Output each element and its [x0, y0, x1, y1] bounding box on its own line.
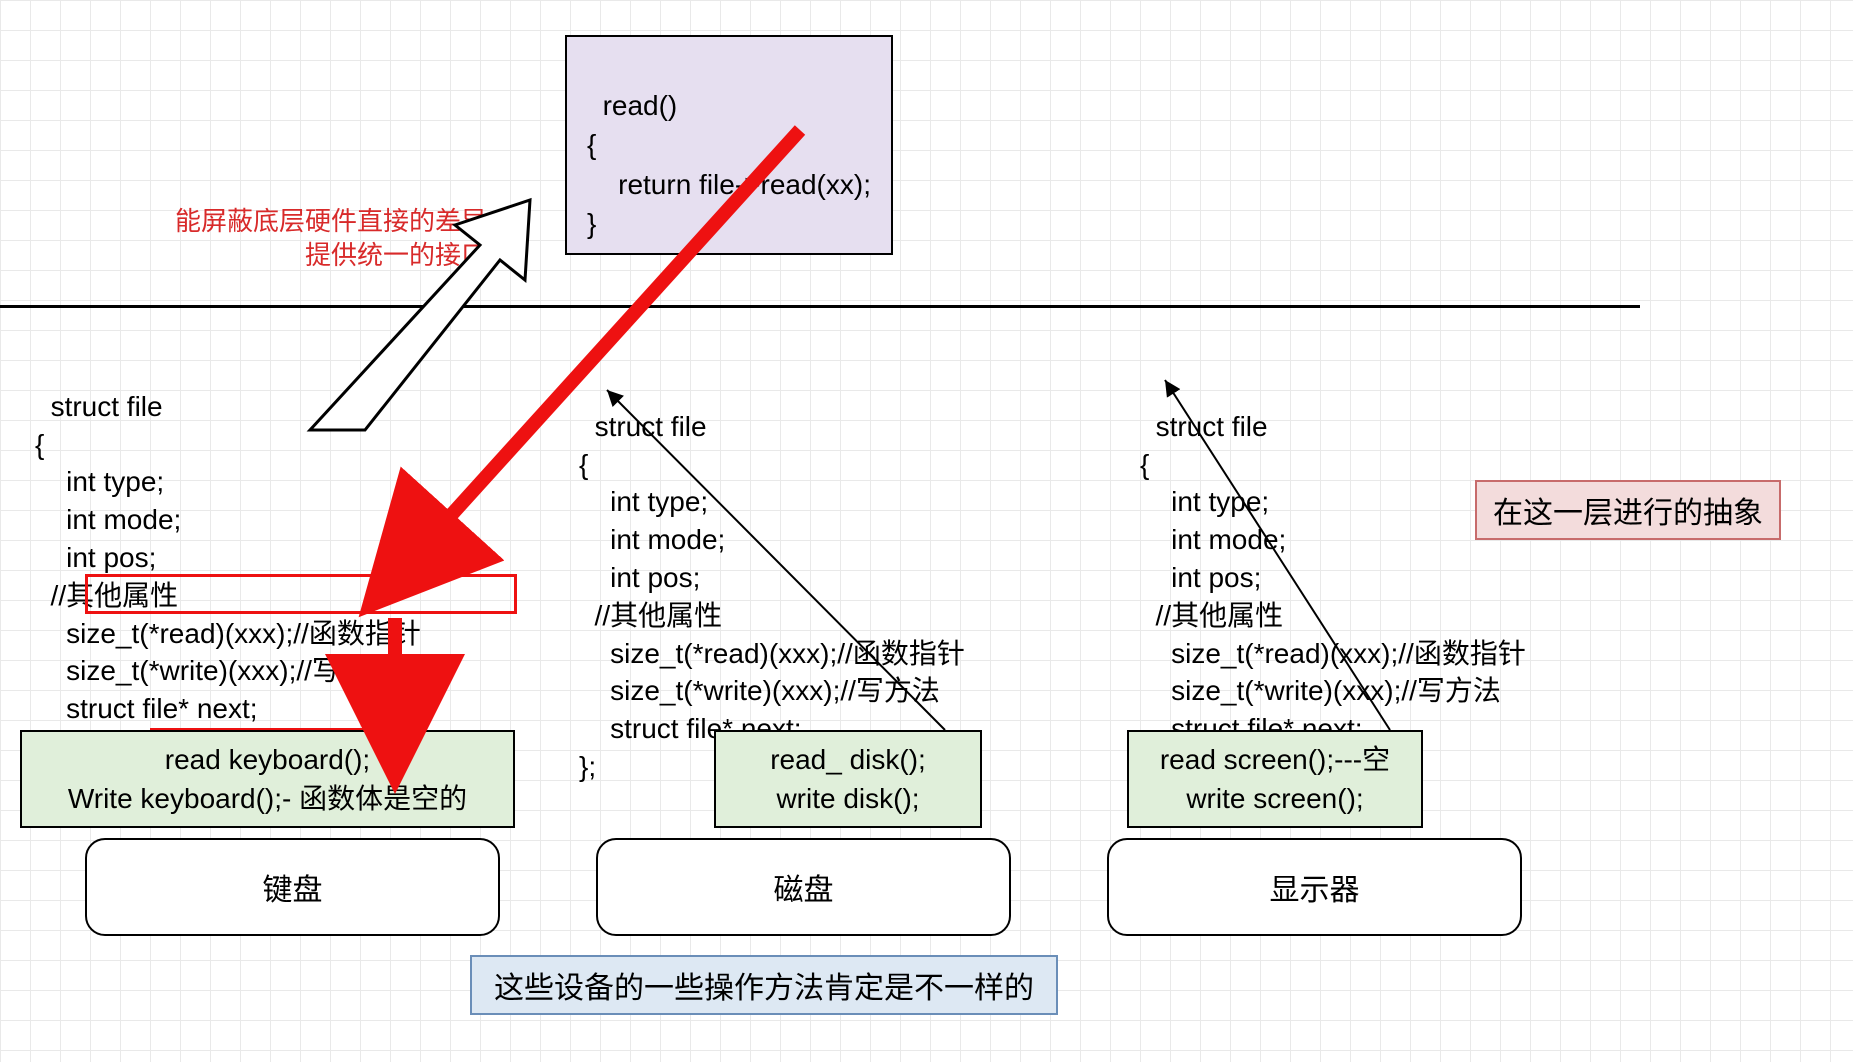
- read-code-box: read() { return file->read(xx); }: [565, 35, 893, 255]
- struct-code-3: struct file { int type; int mode; int po…: [1140, 370, 1526, 786]
- screen-label-box: 显示器: [1107, 838, 1522, 936]
- bottom-note-box: 这些设备的一些操作方法肯定是不一样的: [470, 955, 1058, 1015]
- screen-label: 显示器: [1270, 865, 1360, 909]
- read-code-text: read() { return file->read(xx); }: [587, 90, 871, 239]
- screen-write-text: write screen();: [1147, 779, 1403, 818]
- struct-code-1: struct file { int type; int mode; int po…: [35, 350, 421, 766]
- disk-label: 磁盘: [774, 865, 834, 909]
- struct-code-2-text: struct file { int type; int mode; int po…: [579, 411, 965, 782]
- disk-write-text: write disk();: [734, 779, 962, 818]
- keyboard-ops-box: read keyboard(); Write keyboard();- 函数体是…: [20, 730, 515, 828]
- divider-line: [0, 305, 1640, 308]
- annotation-text: 能屏蔽底层硬件直接的差异 提供统一的接口: [175, 205, 487, 273]
- screen-read-text: read screen();---空: [1147, 740, 1403, 779]
- disk-label-box: 磁盘: [596, 838, 1011, 936]
- keyboard-read-text: read keyboard();: [40, 740, 495, 779]
- keyboard-label-box: 键盘: [85, 838, 500, 936]
- disk-ops-box: read_ disk(); write disk();: [714, 730, 982, 828]
- struct-code-2: struct file { int type; int mode; int po…: [579, 370, 965, 786]
- bottom-note-text: 这些设备的一些操作方法肯定是不一样的: [494, 972, 1034, 1005]
- disk-read-text: read_ disk();: [734, 740, 962, 779]
- annotation-line2: 提供统一的接口: [175, 239, 487, 273]
- keyboard-write-text: Write keyboard();- 函数体是空的: [40, 779, 495, 818]
- highlight-read-pointer: [85, 574, 517, 614]
- screen-ops-box: read screen();---空 write screen();: [1127, 730, 1423, 828]
- abstraction-layer-note-text: 在这一层进行的抽象: [1493, 497, 1763, 530]
- keyboard-label: 键盘: [263, 865, 323, 909]
- struct-code-3-text: struct file { int type; int mode; int po…: [1140, 411, 1526, 782]
- annotation-line1: 能屏蔽底层硬件直接的差异: [175, 205, 487, 239]
